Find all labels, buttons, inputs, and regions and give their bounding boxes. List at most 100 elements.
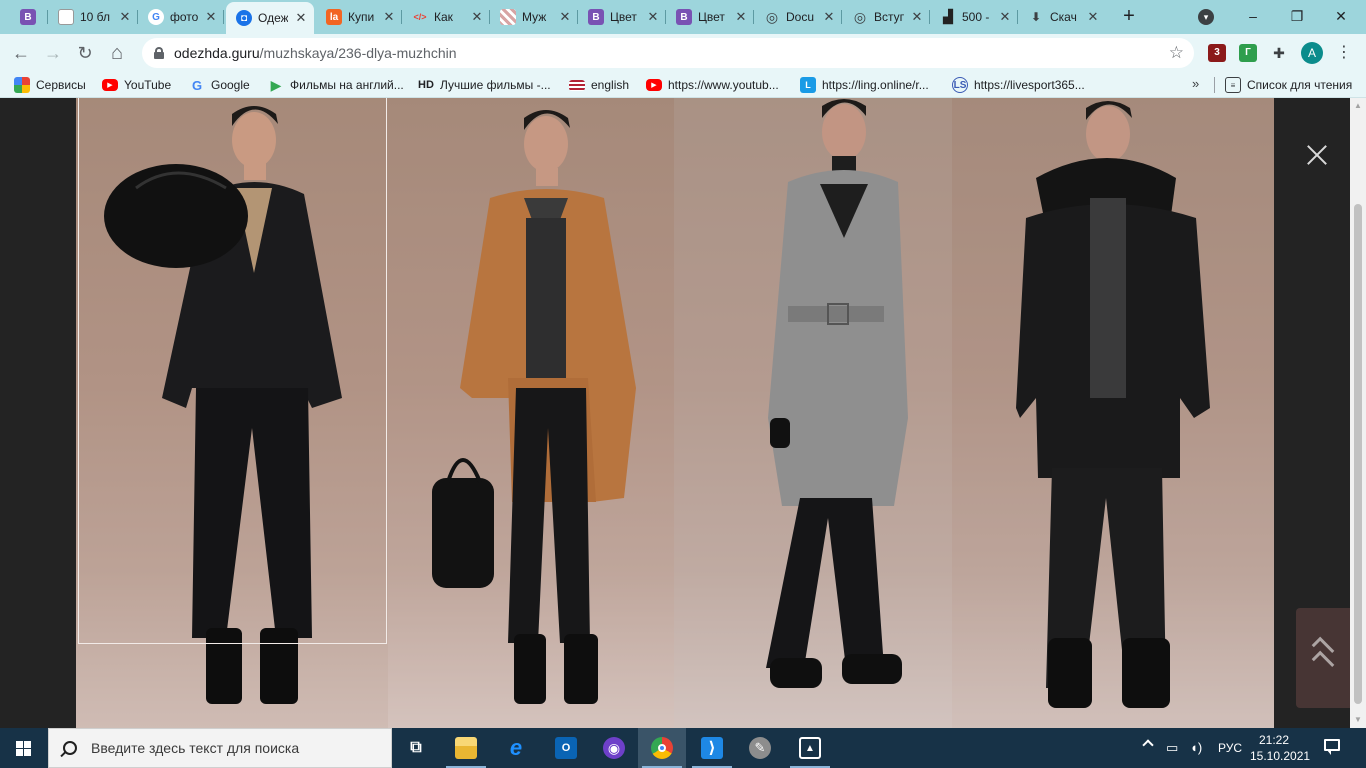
reading-list-button[interactable]: ≡ Список для чтения [1225, 76, 1352, 94]
tab-odezhda[interactable]: ◘ Одеж ✕ [226, 2, 314, 34]
tab-close-icon[interactable]: ✕ [382, 9, 396, 25]
lightbox-close-icon[interactable] [1306, 144, 1328, 166]
taskbar-paint[interactable]: ✎ [736, 728, 784, 768]
tab-muzh[interactable]: Муж ✕ [490, 4, 578, 30]
ublock-icon[interactable]: 3 [1208, 44, 1226, 62]
lock-icon[interactable] [154, 47, 164, 59]
page-scrollbar[interactable]: ▲ ▼ [1350, 98, 1366, 728]
scroll-down-icon[interactable]: ▼ [1350, 712, 1366, 728]
500px-icon: ▟ [943, 9, 953, 24]
scroll-to-top-button[interactable] [1296, 608, 1350, 708]
bookmark-google[interactable]: G Google [189, 76, 250, 94]
ling-icon: L [800, 77, 816, 93]
tab-kupi[interactable]: la Купи ✕ [316, 4, 402, 30]
bookmark-youtube[interactable]: ▶ YouTube [102, 76, 171, 94]
bookmarks-bar: Сервисы ▶ YouTube G Google ▶ Фильмы на а… [0, 71, 1366, 98]
taskbar-file-explorer[interactable] [442, 728, 490, 768]
tab-close-icon[interactable]: ✕ [204, 9, 218, 25]
language-indicator[interactable]: РУС [1218, 741, 1242, 755]
start-button[interactable] [0, 728, 48, 768]
home-button[interactable]: ⌂ [104, 40, 130, 66]
bookmark-youtube-link[interactable]: ▶ https://www.youtub... [646, 76, 779, 94]
tab-foto[interactable]: G фото ✕ [138, 4, 224, 30]
tab-close-icon[interactable]: ✕ [1086, 9, 1100, 25]
grammarly-icon[interactable]: Г [1239, 44, 1257, 62]
tab-kak[interactable]: </> Как ✕ [402, 4, 490, 30]
ls-icon: LS [952, 77, 968, 93]
taskbar-search-box[interactable]: Введите здесь текст для поиска [48, 728, 392, 768]
youtube-icon: ▶ [102, 79, 118, 91]
taskbar-internet-explorer[interactable]: e [492, 728, 540, 768]
bookmark-english[interactable]: english [569, 76, 629, 94]
address-bar[interactable]: odezhda.guru/muzhskaya/236-dlya-muzhchin… [142, 38, 1194, 68]
outlook-icon: O [555, 737, 577, 759]
volume-icon[interactable]: ◖) [1190, 740, 1202, 756]
tab-title: 10 бл [80, 10, 111, 24]
taskbar-vscode[interactable]: ⟩ [688, 728, 736, 768]
tray-overflow-icon[interactable] [1142, 739, 1154, 751]
tab-10-bl[interactable]: 10 бл ✕ [48, 4, 138, 30]
search-icon [63, 741, 77, 755]
taskbar-chrome[interactable] [638, 728, 686, 768]
notification-icon[interactable] [1322, 738, 1342, 756]
tab-search-icon[interactable]: ▾ [1198, 9, 1214, 25]
tab-title: фото [170, 10, 198, 24]
menu-icon[interactable]: ⋮ [1336, 42, 1352, 64]
tab-close-icon[interactable]: ✕ [734, 9, 748, 25]
taskbar-outlook[interactable]: O [542, 728, 590, 768]
tab-docu[interactable]: ◎ Docu ✕ [754, 4, 842, 30]
puzzle-icon[interactable]: ✚ [1270, 44, 1288, 62]
tab-500px[interactable]: ▟ 500 - ✕ [930, 4, 1018, 30]
tab-close-icon[interactable]: ✕ [646, 9, 660, 25]
tab-title: Скач [1050, 10, 1077, 24]
taskbar-photos[interactable]: ▲ [786, 728, 834, 768]
lightbox-photo [76, 98, 1274, 728]
paint-icon: ✎ [749, 737, 771, 759]
url-text[interactable]: odezhda.guru/muzhskaya/236-dlya-muzhchin [174, 45, 457, 61]
hd-icon: HD [418, 79, 434, 91]
tab-bootstrap[interactable]: B [10, 4, 48, 30]
github-desktop-icon: ◉ [603, 737, 625, 759]
tab-close-icon[interactable]: ✕ [822, 9, 836, 25]
taskbar-github-desktop[interactable]: ◉ [590, 728, 638, 768]
tab-close-icon[interactable]: ✕ [294, 10, 308, 26]
reading-list-icon: ≡ [1225, 77, 1241, 93]
bookmarks-more-icon[interactable]: » [1192, 76, 1199, 91]
clock[interactable]: 21:22 15.10.2021 [1250, 732, 1310, 764]
tab-title: Вступ [874, 10, 904, 24]
page-viewport: ▲ ▼ [0, 98, 1366, 728]
bookmarks-divider [1214, 77, 1215, 93]
tab-vstup[interactable]: ◎ Вступ ✕ [842, 4, 930, 30]
minimize-button[interactable]: – [1238, 4, 1268, 28]
bookmark-ling-online[interactable]: L https://ling.online/r... [800, 76, 929, 94]
task-view-button[interactable]: ⧉ [392, 728, 440, 768]
scrollbar-thumb[interactable] [1354, 204, 1362, 704]
bookmark-star-icon[interactable]: ☆ [1169, 43, 1184, 63]
apps-icon [14, 77, 30, 93]
close-window-button[interactable]: ✕ [1326, 4, 1356, 28]
google-icon: G [191, 77, 203, 93]
search-placeholder: Введите здесь текст для поиска [91, 740, 300, 756]
tab-close-icon[interactable]: ✕ [470, 9, 484, 25]
bookmark-luchshie-filmy[interactable]: HD Лучшие фильмы -... [418, 76, 551, 94]
tab-close-icon[interactable]: ✕ [910, 9, 924, 25]
tab-cvet-2[interactable]: B Цвет ✕ [666, 4, 754, 30]
globe-icon: ◎ [765, 8, 779, 25]
new-tab-button[interactable]: + [1118, 6, 1140, 28]
bookmark-filmy[interactable]: ▶ Фильмы на англий... [268, 76, 404, 94]
bookmark-servisy[interactable]: Сервисы [14, 76, 86, 94]
reload-button[interactable]: ↻ [72, 40, 98, 66]
scroll-up-icon[interactable]: ▲ [1350, 98, 1366, 114]
profile-avatar[interactable]: A [1301, 42, 1323, 64]
tab-close-icon[interactable]: ✕ [558, 9, 572, 25]
forward-button[interactable]: → [40, 40, 66, 66]
tab-title: Цвет [610, 10, 637, 24]
back-button[interactable]: ← [8, 40, 34, 66]
tab-close-icon[interactable]: ✕ [998, 9, 1012, 25]
tab-cvet-1[interactable]: B Цвет ✕ [578, 4, 666, 30]
bookmark-livesport[interactable]: LS https://livesport365... [952, 76, 1085, 94]
battery-icon[interactable]: ▭ [1166, 740, 1178, 756]
tab-close-icon[interactable]: ✕ [118, 9, 132, 25]
tab-skach[interactable]: ⬇ Скач ✕ [1018, 4, 1106, 30]
maximize-button[interactable]: ❐ [1282, 4, 1312, 28]
